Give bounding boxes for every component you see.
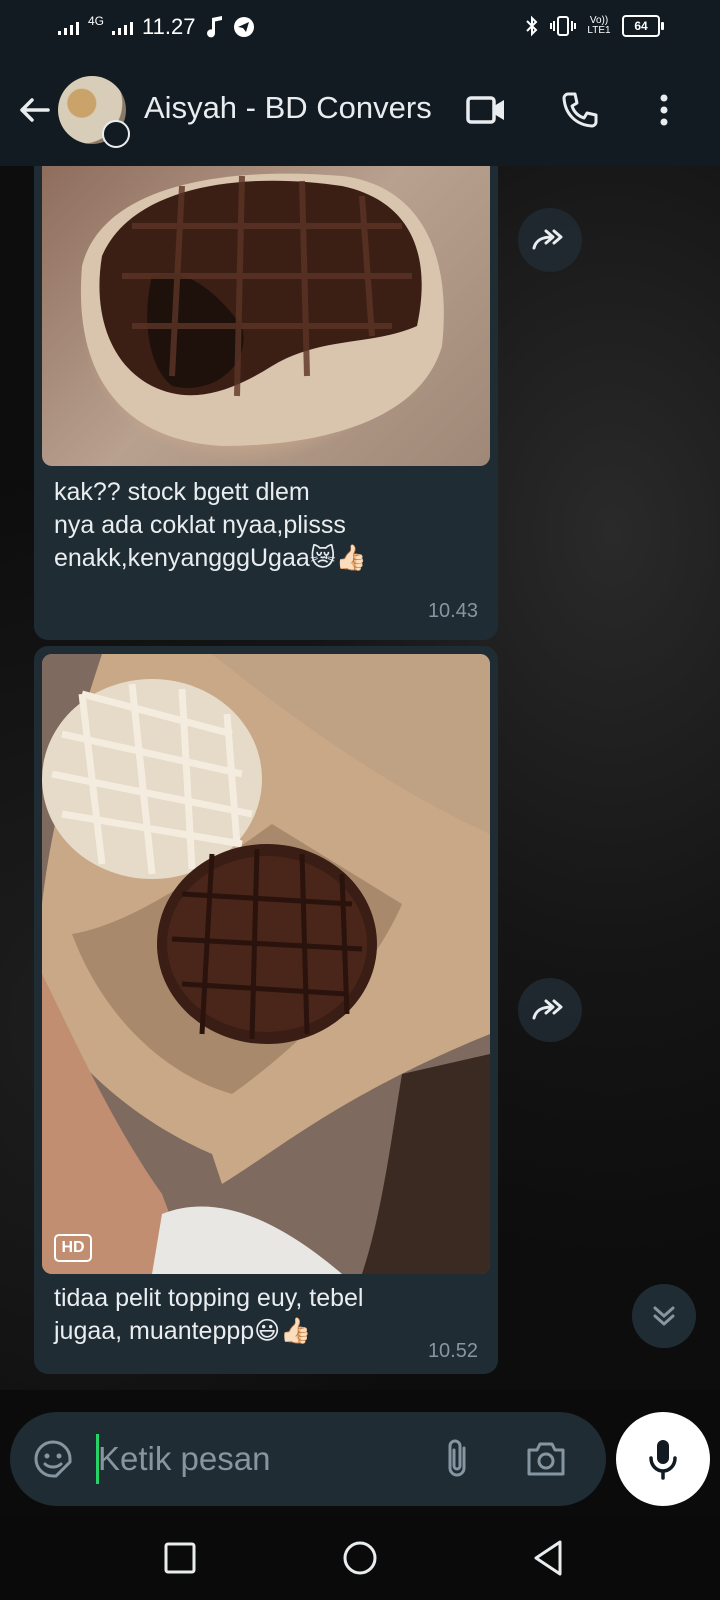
waffle-drawing [80, 173, 444, 446]
attachment-icon[interactable] [440, 1436, 474, 1482]
status-ring-icon [102, 120, 130, 148]
microphone-icon [649, 1440, 677, 1480]
waffle-box-drawing [42, 654, 490, 1274]
message-input[interactable] [96, 1438, 430, 1480]
network-type: 4G [88, 14, 105, 28]
status-bar: 4G 11.27 Vo)) LTE1 64 [0, 0, 720, 56]
back-arrow-icon[interactable] [16, 92, 52, 128]
telegram-icon [234, 17, 255, 37]
forward-button[interactable] [518, 208, 582, 272]
forward-button[interactable] [518, 978, 582, 1042]
waffle-photo[interactable] [42, 166, 490, 466]
camera-icon[interactable] [524, 1438, 568, 1480]
message-time: 10.52 [427, 1340, 478, 1362]
signal-icon [112, 22, 134, 35]
message-caption: tidaa pelit topping euy, tebel jugaa, mu… [54, 1282, 364, 1348]
battery-level: 64 [634, 19, 648, 33]
message-time: 10.43 [427, 600, 478, 622]
music-note-icon [207, 16, 223, 38]
double-chevron-down-icon [653, 1306, 675, 1326]
caption-line: tidaa pelit topping euy, tebel [54, 1284, 364, 1312]
contact-name[interactable]: Aisyah - BD Convers [144, 90, 432, 126]
image-message[interactable]: kak?? stock bgett dlem nya ada coklat ny… [34, 166, 498, 640]
caption-line: kak?? stock bgett dlem [54, 478, 310, 506]
chat-area[interactable]: kak?? stock bgett dlem nya ada coklat ny… [0, 166, 720, 1390]
forward-icon [532, 999, 563, 1020]
bluetooth-icon [526, 15, 538, 37]
clock: 11.27 [142, 14, 196, 39]
signal-icon [58, 22, 79, 35]
video-call-icon[interactable] [464, 88, 508, 132]
scroll-to-bottom-button[interactable] [632, 1284, 696, 1348]
caption-line: jugaa, muanteppp😃👍🏻 [54, 1317, 312, 1345]
chat-header: Aisyah - BD Convers [0, 56, 720, 166]
caption-line: enakk,kenyangggUgaa😿👍🏻 [54, 544, 367, 572]
sticker-icon[interactable] [30, 1436, 76, 1482]
recent-apps-icon[interactable] [158, 1536, 202, 1580]
volte-indicator: Vo)) LTE1 [587, 15, 611, 36]
voice-message-button[interactable] [616, 1412, 710, 1506]
battery-icon: 64 [622, 15, 664, 37]
vibrate-icon [550, 16, 576, 36]
hd-badge: HD [54, 1234, 92, 1262]
forward-icon [532, 229, 563, 250]
message-composer [10, 1412, 606, 1506]
message-caption: kak?? stock bgett dlem nya ada coklat ny… [54, 476, 367, 575]
image-message[interactable]: HD tidaa pelit topping euy, tebel jugaa,… [34, 646, 498, 1374]
home-icon[interactable] [338, 1536, 382, 1580]
waffle-box-photo[interactable]: HD [42, 654, 490, 1274]
caption-line: nya ada coklat nyaa,plisss [54, 511, 346, 539]
voice-call-icon[interactable] [558, 88, 602, 132]
system-navigation-bar [0, 1514, 720, 1600]
more-options-icon[interactable] [642, 88, 686, 132]
back-nav-icon[interactable] [526, 1536, 570, 1580]
